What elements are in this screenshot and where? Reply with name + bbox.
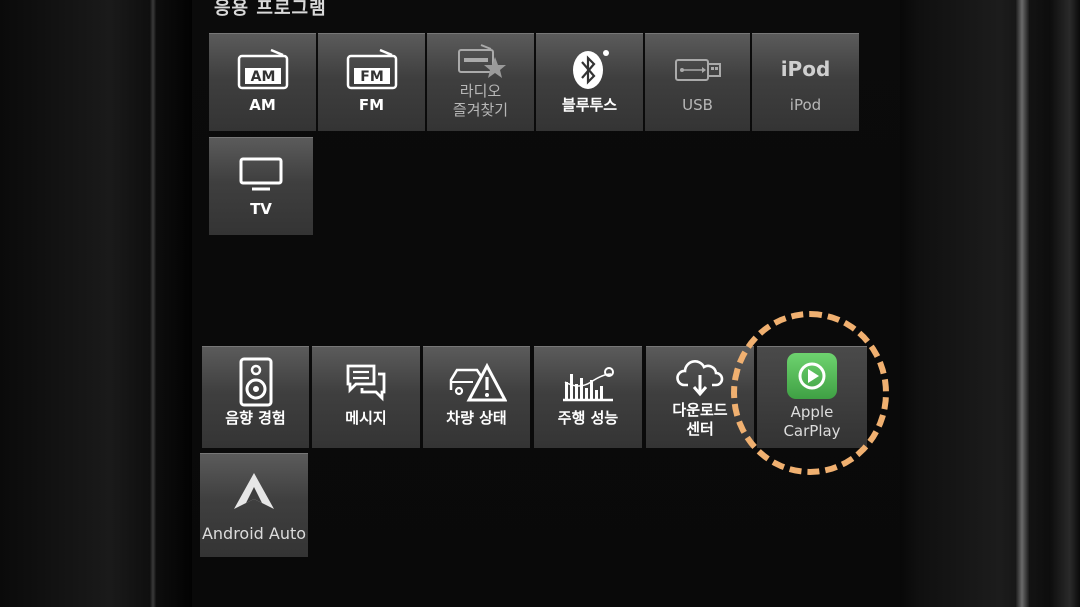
ipod-logo-text: iPod bbox=[780, 57, 831, 81]
app-tile-radio-favorites[interactable]: 라디오 즐겨찾기 bbox=[427, 33, 534, 131]
app-tile-sound-experience[interactable]: 음향 경험 bbox=[202, 346, 309, 448]
app-tile-vehicle-status[interactable]: 차량 상태 bbox=[423, 346, 530, 448]
app-label-radio-favorites: 라디오 즐겨찾기 bbox=[452, 82, 509, 119]
left-bezel bbox=[0, 0, 200, 607]
message-icon bbox=[342, 359, 390, 405]
fm-radio-icon: FM bbox=[344, 46, 400, 92]
app-tile-driving-performance[interactable]: 주행 성능 bbox=[534, 346, 642, 448]
speaker-icon bbox=[236, 357, 276, 407]
app-label-download-center: 다운로드 센터 bbox=[672, 401, 728, 438]
android-auto-icon bbox=[232, 468, 276, 514]
right-bezel bbox=[880, 0, 1080, 607]
app-tile-messages[interactable]: 메시지 bbox=[312, 346, 420, 448]
app-label-am: AM bbox=[249, 96, 276, 114]
app-label-vehicle-status: 차량 상태 bbox=[446, 409, 507, 427]
app-tile-fm[interactable]: FM FM bbox=[318, 33, 425, 131]
section-title: 응용 프로그램 bbox=[214, 0, 327, 19]
bluetooth-icon bbox=[568, 46, 612, 92]
left-bezel-edge bbox=[150, 0, 156, 607]
app-label-messages: 메시지 bbox=[345, 409, 387, 427]
app-label-driving-performance: 주행 성능 bbox=[557, 409, 619, 427]
fm-badge: FM bbox=[360, 69, 384, 85]
app-label-fm: FM bbox=[358, 96, 385, 114]
right-bezel-edge bbox=[1015, 0, 1029, 607]
app-tile-ipod[interactable]: iPod iPod bbox=[752, 33, 859, 131]
app-label-tv: TV bbox=[250, 200, 272, 218]
app-tile-android-auto[interactable]: Android Auto bbox=[200, 453, 308, 557]
cloud-download-icon bbox=[676, 359, 724, 397]
performance-chart-icon bbox=[559, 359, 617, 405]
app-tile-am[interactable]: AM AM bbox=[209, 33, 316, 131]
app-label-bluetooth: 블루투스 bbox=[561, 96, 618, 114]
app-tile-usb[interactable]: USB bbox=[645, 33, 750, 131]
tv-icon bbox=[236, 150, 286, 196]
app-label-android-auto: Android Auto bbox=[201, 524, 307, 543]
radio-favorites-icon bbox=[453, 42, 509, 82]
app-label-ipod: iPod bbox=[789, 96, 822, 114]
app-tile-bluetooth[interactable]: 블루투스 bbox=[536, 33, 643, 131]
ipod-icon: iPod bbox=[781, 46, 831, 92]
app-label-usb: USB bbox=[682, 96, 713, 114]
app-tile-tv[interactable]: TV bbox=[209, 137, 313, 235]
car-warning-icon bbox=[447, 359, 507, 405]
am-radio-icon: AM bbox=[235, 46, 291, 92]
carplay-highlight-circle bbox=[731, 311, 889, 475]
usb-icon bbox=[672, 46, 724, 92]
am-badge: AM bbox=[250, 69, 275, 85]
app-label-sound-experience: 음향 경험 bbox=[225, 409, 286, 427]
